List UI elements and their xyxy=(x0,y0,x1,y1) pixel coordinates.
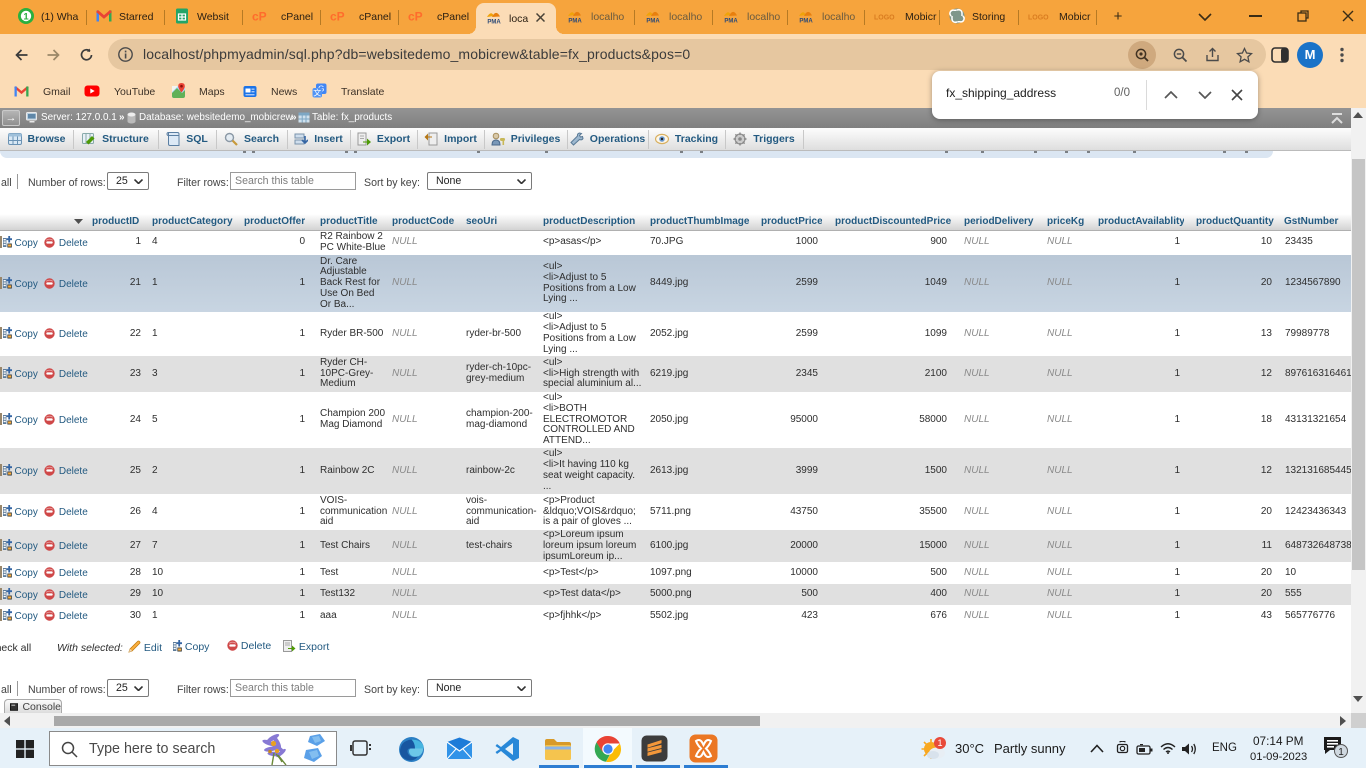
svg-text:文: 文 xyxy=(313,88,321,98)
svg-text:1: 1 xyxy=(1338,747,1344,758)
svg-text:cP: cP xyxy=(252,9,267,23)
svg-text:PMA: PMA xyxy=(724,18,738,24)
svg-text:1: 1 xyxy=(23,11,29,22)
svg-text:1: 1 xyxy=(937,738,942,748)
svg-text:cP: cP xyxy=(330,9,345,23)
svg-text:PMA: PMA xyxy=(799,18,813,24)
svg-text:PMA: PMA xyxy=(487,20,501,26)
svg-text:PMA: PMA xyxy=(646,18,660,24)
svg-text:cP: cP xyxy=(408,9,423,23)
svg-text:LOGO: LOGO xyxy=(1028,14,1049,21)
svg-text:PMA: PMA xyxy=(568,18,582,24)
svg-text:LOGO: LOGO xyxy=(874,14,895,21)
